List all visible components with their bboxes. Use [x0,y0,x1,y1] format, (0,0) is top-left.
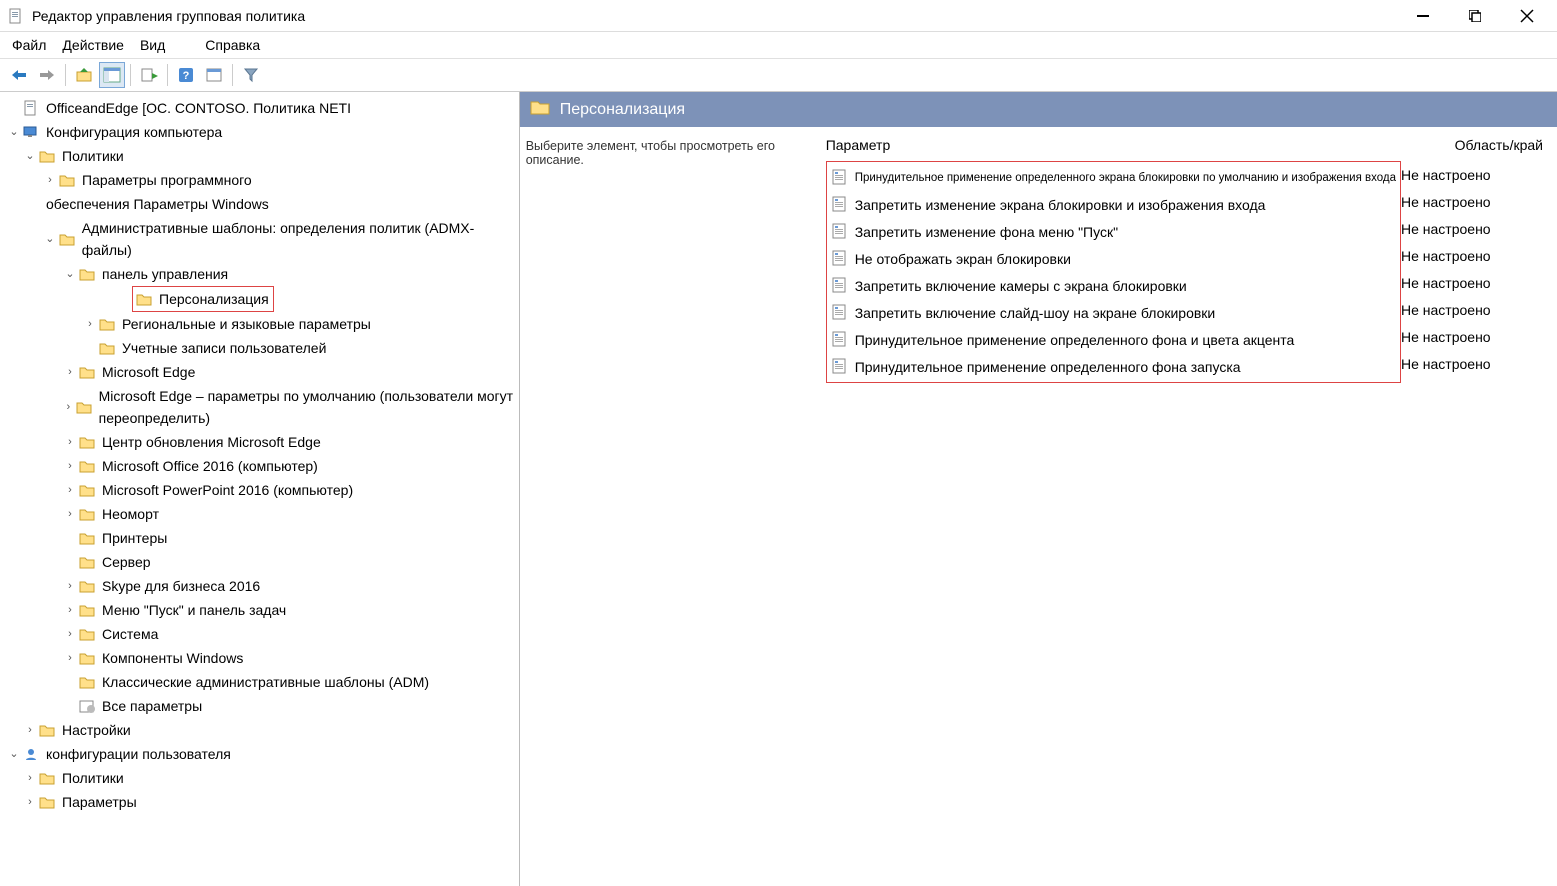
tree-all-settings[interactable]: › Все параметры [6,694,519,718]
menubar: Файл Действие Вид Справка [0,32,1557,58]
menu-file[interactable]: Файл [6,35,52,55]
setting-label: Запретить включение слайд-шоу на экране … [855,305,1396,321]
menu-help[interactable]: Справка [199,35,266,55]
menu-view[interactable]: Вид [134,35,171,55]
tree-policies[interactable]: ⌄ Политики [6,144,519,168]
settings-list-highlight: Принудительное применение определенного … [826,161,1401,383]
tree-system[interactable]: › Система [6,622,519,646]
content-title: Персонализация [560,101,685,119]
policy-icon [831,331,849,349]
column-header-parameter[interactable]: Параметр [826,137,1401,153]
tree-personalization-highlight: Персонализация [132,286,274,312]
tree-office2016[interactable]: › Microsoft Office 2016 (компьютер) [6,454,519,478]
policy-icon [831,277,849,295]
setting-state: Не настроено [1401,323,1541,350]
setting-label: Запретить изменение экрана блокировки и … [855,197,1396,213]
setting-state: Не настроено [1401,188,1541,215]
setting-label: Запретить изменение фона меню "Пуск" [855,224,1396,240]
help-button[interactable]: ? [173,62,199,88]
setting-row[interactable]: Принудительное применение определенного … [827,326,1400,353]
content-header: Персонализация [520,92,1557,127]
setting-row[interactable]: Запретить изменение экрана блокировки и … [827,191,1400,218]
tree-user-policies[interactable]: › Политики [6,766,519,790]
setting-row[interactable]: Не отображать экран блокировки [827,245,1400,272]
tree-printers[interactable]: › Принтеры [6,526,519,550]
titlebar: Редактор управления групповая политика [0,0,1557,32]
setting-row[interactable]: Запретить включение слайд-шоу на экране … [827,299,1400,326]
svg-text:?: ? [183,70,190,82]
tree-pane[interactable]: ▾ OfficeandEdge [OC. CONTOSO. Политика N… [0,92,520,886]
policy-icon [831,250,849,268]
tree-user-config[interactable]: ⌄ конфигурации пользователя [6,742,519,766]
tree-personalization[interactable]: Персонализация [135,287,271,311]
setting-state: Не настроено [1401,215,1541,242]
folder-icon [530,98,550,121]
setting-label: Не отображать экран блокировки [855,251,1396,267]
description-text: Выберите элемент, чтобы просмотреть его … [526,133,826,886]
tree-software-settings[interactable]: › Параметры программного [6,168,519,192]
setting-state: Не настроено [1401,161,1541,188]
forward-button[interactable] [34,62,60,88]
column-header-state[interactable]: Область/край [1401,137,1551,153]
tree-user-prefs[interactable]: › Параметры [6,790,519,814]
setting-row[interactable]: Запретить изменение фона меню "Пуск" [827,218,1400,245]
setting-state: Не настроено [1401,242,1541,269]
filter-button[interactable] [238,62,264,88]
policy-icon [831,223,849,241]
content-pane: Персонализация Выберите элемент, чтобы п… [520,92,1557,886]
setting-label: Принудительное применение определенного … [855,172,1396,184]
policy-icon [831,304,849,322]
setting-row[interactable]: Запретить включение камеры с экрана блок… [827,272,1400,299]
toolbar: ? [0,58,1557,92]
tree-edge-default[interactable]: › Microsoft Edge – параметры по умолчани… [6,384,519,430]
setting-label: Запретить включение камеры с экрана блок… [855,278,1396,294]
tree-root[interactable]: ▾ OfficeandEdge [OC. CONTOSO. Политика N… [6,96,519,120]
setting-row[interactable]: Принудительное применение определенного … [827,353,1400,380]
properties-button[interactable] [201,62,227,88]
setting-state: Не настроено [1401,296,1541,323]
tree-preferences[interactable]: › Настройки [6,718,519,742]
tree-software-settings-line2: обеспечения Параметры Windows [6,192,519,216]
setting-label: Принудительное применение определенного … [855,359,1396,375]
policy-icon [831,169,849,187]
tree-control-panel[interactable]: ⌄ панель управления [6,262,519,286]
close-button[interactable] [1513,2,1541,30]
back-button[interactable] [6,62,32,88]
menu-action[interactable]: Действие [56,35,130,55]
tree-skype[interactable]: › Skype для бизнеса 2016 [6,574,519,598]
maximize-button[interactable] [1461,2,1489,30]
setting-state: Не настроено [1401,350,1541,377]
policy-icon [831,196,849,214]
tree-admx[interactable]: ⌄ Административные шаблоны: определения … [6,216,519,262]
tree-user-accounts[interactable]: › Учетные записи пользователей [6,336,519,360]
tree-server[interactable]: › Сервер [6,550,519,574]
tree-win-components[interactable]: › Компоненты Windows [6,646,519,670]
export-button[interactable] [136,62,162,88]
up-folder-button[interactable] [71,62,97,88]
policy-icon [831,358,849,376]
tree-edge[interactable]: › Microsoft Edge [6,360,519,384]
minimize-button[interactable] [1409,2,1437,30]
show-tree-button[interactable] [99,62,125,88]
tree-neomort[interactable]: › Неоморт [6,502,519,526]
app-icon [8,8,24,24]
tree-ppt2016[interactable]: › Microsoft PowerPoint 2016 (компьютер) [6,478,519,502]
tree-start-taskbar[interactable]: › Меню "Пуск" и панель задач [6,598,519,622]
tree-classic-adm[interactable]: › Классические административные шаблоны … [6,670,519,694]
setting-label: Принудительное применение определенного … [855,332,1396,348]
tree-computer-config[interactable]: ⌄ Конфигурация компьютера [6,120,519,144]
window-title: Редактор управления групповая политика [32,8,1409,24]
setting-state: Не настроено [1401,269,1541,296]
tree-regional[interactable]: › Региональные и языковые параметры [6,312,519,336]
tree-edge-update[interactable]: › Центр обновления Microsoft Edge [6,430,519,454]
setting-row[interactable]: Принудительное применение определенного … [827,164,1400,191]
